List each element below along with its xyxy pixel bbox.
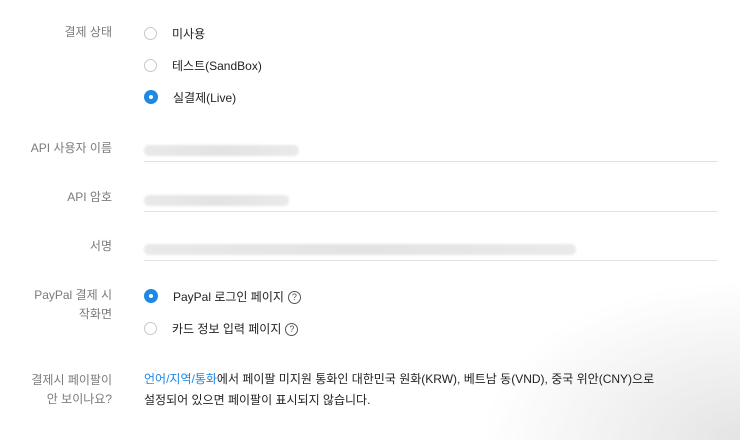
- radio-card-entry-label: 카드 정보 입력 페이지: [172, 321, 282, 336]
- radio-sandbox-icon[interactable]: [144, 58, 157, 72]
- radio-unused-label: 미사용: [172, 26, 206, 41]
- paypal-start-label-line1: PayPal 결제 시: [34, 288, 112, 302]
- radio-paypal-login-label: PayPal 로그인 페이지: [173, 289, 284, 304]
- api-password-label: API 암호: [67, 190, 112, 204]
- radio-sandbox-label: 테스트(SandBox): [172, 58, 262, 73]
- api-password-field[interactable]: [144, 189, 718, 212]
- paypal-start-label: PayPal 결제 시 작화면: [0, 286, 112, 324]
- api-username-field[interactable]: [144, 139, 718, 162]
- api-username-label: API 사용자 이름: [30, 141, 112, 155]
- language-region-currency-link[interactable]: 언어/지역/통화: [144, 372, 217, 386]
- help-icon[interactable]: ?: [285, 322, 299, 336]
- paypal-missing-label: 결제시 페이팔이 안 보이나요?: [0, 371, 112, 409]
- radio-live-label: 실결제(Live): [173, 90, 237, 105]
- radio-unused-icon[interactable]: [144, 26, 157, 40]
- redacted-value: [144, 244, 576, 255]
- signature-label: 서명: [89, 239, 112, 253]
- radio-option-card-entry[interactable]: 카드 정보 입력 페이지?: [144, 319, 299, 337]
- background-shade: [480, 280, 740, 440]
- payment-status-label: 결제 상태: [64, 25, 113, 39]
- paypal-start-label-line2: 작화면: [78, 307, 112, 321]
- paypal-missing-label-line1: 결제시 페이팔이: [31, 373, 112, 387]
- paypal-missing-note: 언어/지역/통화에서 페이팔 미지원 통화인 대한민국 원화(KRW), 베트남…: [144, 369, 724, 411]
- note-text-line2: 설정되어 있으면 페이팔이 표시되지 않습니다.: [144, 393, 371, 407]
- signature-field[interactable]: [144, 238, 718, 261]
- redacted-value: [144, 145, 299, 156]
- help-icon[interactable]: ?: [287, 290, 301, 304]
- radio-option-sandbox[interactable]: 테스트(SandBox): [144, 56, 262, 74]
- radio-card-entry-icon[interactable]: [144, 321, 157, 335]
- redacted-value: [144, 195, 289, 206]
- radio-option-unused[interactable]: 미사용: [144, 24, 205, 42]
- note-text-line1: 에서 페이팔 미지원 통화인 대한민국 원화(KRW), 베트남 동(VND),…: [216, 372, 655, 386]
- radio-paypal-login-icon[interactable]: [144, 289, 158, 303]
- radio-option-paypal-login[interactable]: PayPal 로그인 페이지?: [144, 287, 301, 305]
- paypal-missing-label-line2: 안 보이나요?: [46, 392, 112, 406]
- radio-option-live[interactable]: 실결제(Live): [144, 88, 236, 106]
- radio-live-icon[interactable]: [144, 90, 158, 104]
